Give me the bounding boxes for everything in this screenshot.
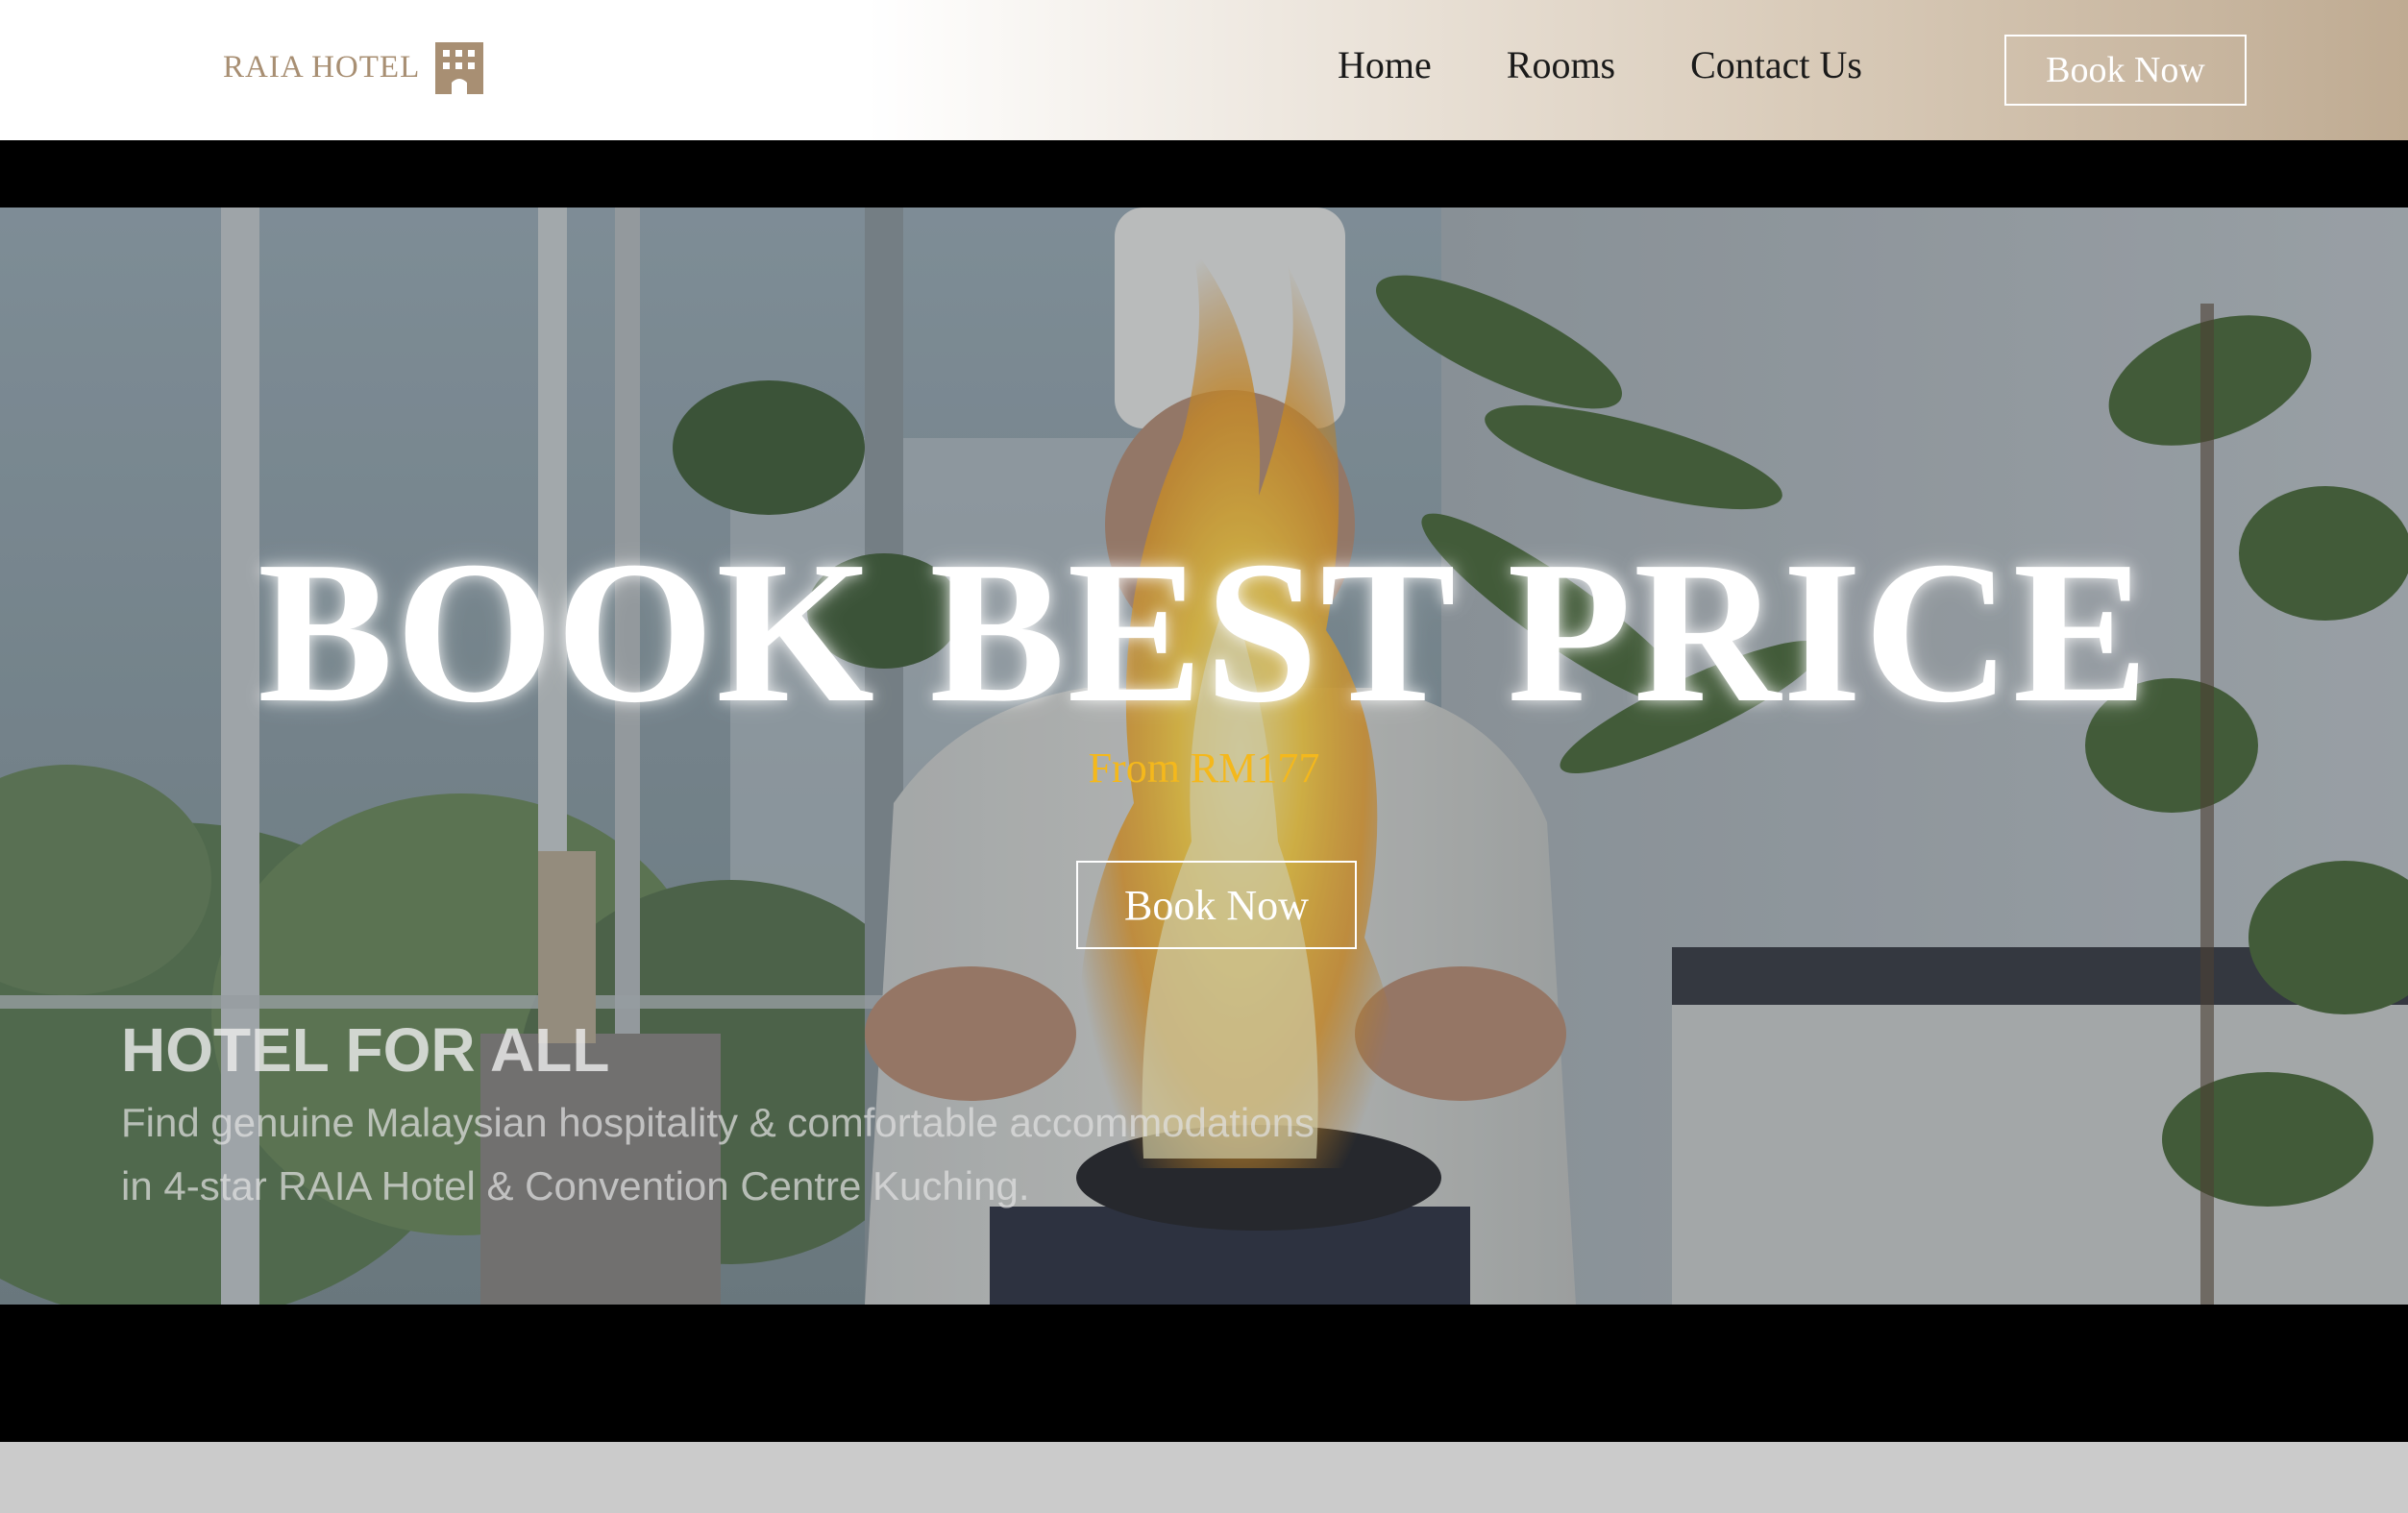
nav-contact-us[interactable]: Contact Us: [1690, 42, 1862, 87]
site-header: RAIA HOTEL Home Rooms Contact Us Book No…: [0, 0, 2408, 140]
header-book-now-button[interactable]: Book Now: [2004, 35, 2247, 106]
video-caption-line-1: Find genuine Malaysian hospitality & com…: [121, 1100, 1315, 1145]
logo[interactable]: RAIA HOTEL: [223, 40, 485, 94]
video-caption: HOTEL FOR ALL Find genuine Malaysian hos…: [121, 1014, 1315, 1218]
page-bottom-strip: [0, 1442, 2408, 1513]
hero-price: From RM177: [1088, 744, 1320, 792]
logo-text: RAIA HOTEL: [223, 49, 421, 85]
video-caption-title: HOTEL FOR ALL: [121, 1015, 610, 1085]
hero-title: BOOK BEST PRICE: [258, 519, 2150, 744]
nav-home[interactable]: Home: [1338, 42, 1432, 87]
hero-book-now-button[interactable]: Book Now: [1076, 861, 1357, 949]
video-caption-line-2: in 4-star RAIA Hotel & Convention Centre…: [121, 1163, 1030, 1208]
building-icon: [433, 40, 485, 94]
nav-rooms[interactable]: Rooms: [1507, 42, 1615, 87]
hero-section: HOTEL FOR ALL Find genuine Malaysian hos…: [0, 140, 2408, 1442]
main-nav: Home Rooms Contact Us: [1338, 42, 1862, 87]
